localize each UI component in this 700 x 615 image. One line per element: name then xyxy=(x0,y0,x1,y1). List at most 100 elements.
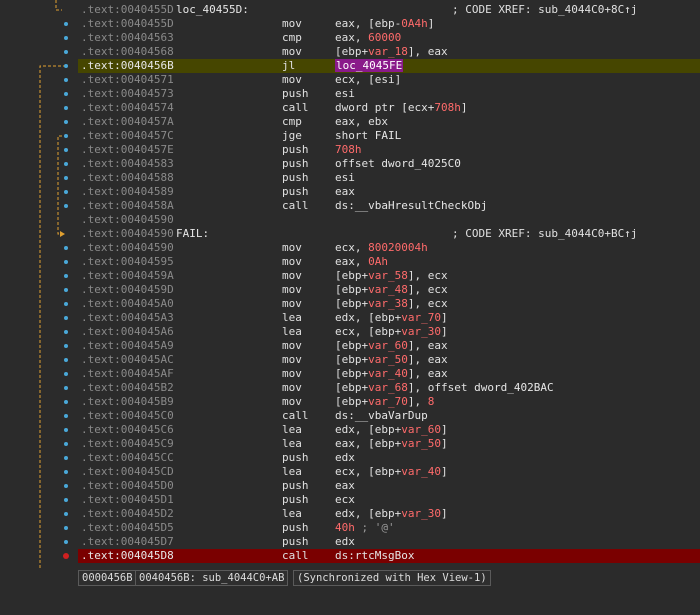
instruction-operands[interactable]: loc_4045FE xyxy=(335,59,404,73)
instruction-point-icon[interactable] xyxy=(64,274,68,278)
listing-line[interactable]: .text:00404583 push offset dword_4025C0 xyxy=(78,157,700,171)
instruction-operands[interactable]: ecx xyxy=(335,493,355,507)
instruction-point-icon[interactable] xyxy=(64,176,68,180)
code-xref-comment[interactable]: ; CODE XREF: sub_4044C0+8C↑j xyxy=(452,3,637,17)
code-label[interactable]: loc_40455D: xyxy=(176,3,249,17)
instruction-operands[interactable]: esi xyxy=(335,171,355,185)
listing-line[interactable]: .text:0040459A mov [ebp+var_58], ecx xyxy=(78,269,700,283)
instruction-point-icon[interactable] xyxy=(64,50,68,54)
instruction-operands[interactable]: [ebp+var_50], eax xyxy=(335,353,448,367)
instruction-operands[interactable]: ds:rtcMsgBox xyxy=(335,549,414,563)
instruction-operands[interactable]: edx, [ebp+var_30] xyxy=(335,507,448,521)
instruction-point-icon[interactable] xyxy=(64,344,68,348)
instruction-point-icon[interactable] xyxy=(64,512,68,516)
operand-token[interactable]: __vbaVarDup xyxy=(355,409,428,422)
listing-line[interactable]: .text:0040457C jge short FAIL xyxy=(78,129,700,143)
instruction-point-icon[interactable] xyxy=(64,260,68,264)
instruction-operands[interactable]: 708h xyxy=(335,143,362,157)
instruction-operands[interactable]: ecx, [ebp+var_30] xyxy=(335,325,448,339)
listing-line[interactable]: .text:004045A9 mov [ebp+var_60], eax xyxy=(78,339,700,353)
instruction-point-icon[interactable] xyxy=(64,22,68,26)
operand-token[interactable]: rtcMsgBox xyxy=(355,549,415,562)
instruction-operands[interactable]: eax, 60000 xyxy=(335,31,401,45)
instruction-point-icon[interactable] xyxy=(64,134,68,138)
instruction-point-icon[interactable] xyxy=(64,470,68,474)
operand-token[interactable]: loc_4045FE xyxy=(335,59,404,72)
operand-token[interactable]: dword_4025C0 xyxy=(381,157,460,170)
instruction-operands[interactable]: eax, [ebp-0A4h] xyxy=(335,17,434,31)
listing-line[interactable]: .text:004045AF mov [ebp+var_40], eax xyxy=(78,367,700,381)
disassembly-view[interactable]: .text:0040455D loc_40455D: ; CODE XREF: su… xyxy=(0,0,700,585)
listing-line[interactable]: .text:00404568 mov [ebp+var_18], eax xyxy=(78,45,700,59)
breakpoint-icon[interactable] xyxy=(63,553,69,559)
instruction-point-icon[interactable] xyxy=(64,106,68,110)
instruction-point-icon[interactable] xyxy=(64,288,68,292)
instruction-operands[interactable]: eax, [ebp+var_50] xyxy=(335,437,448,451)
instruction-point-icon[interactable] xyxy=(64,372,68,376)
instruction-operands[interactable]: [ebp+var_60], eax xyxy=(335,339,448,353)
listing-line[interactable]: .text:00404590 FAIL: ; CODE XREF: sub_4044… xyxy=(78,227,700,241)
listing-line[interactable]: .text:00404588 push esi xyxy=(78,171,700,185)
listing-line[interactable]: .text:0040455D mov eax, [ebp-0A4h] xyxy=(78,17,700,31)
instruction-operands[interactable]: esi xyxy=(335,87,355,101)
operand-token[interactable]: FAIL xyxy=(375,129,402,142)
instruction-operands[interactable]: eax xyxy=(335,479,355,493)
instruction-operands[interactable]: eax xyxy=(335,185,355,199)
instruction-point-icon[interactable] xyxy=(64,330,68,334)
listing-line[interactable]: .text:004045B2 mov [ebp+var_68], offset dw… xyxy=(78,381,700,395)
instruction-point-icon[interactable] xyxy=(64,386,68,390)
instruction-point-icon[interactable] xyxy=(64,190,68,194)
instruction-point-icon[interactable] xyxy=(64,498,68,502)
listing-line[interactable]: .text:00404574 call dword ptr [ecx+708h] xyxy=(78,101,700,115)
listing-line[interactable]: .text:004045D1 push ecx xyxy=(78,493,700,507)
listing-line[interactable]: .text:0040458A call ds:__vbaHresultCheckOb… xyxy=(78,199,700,213)
listing-line[interactable]: .text:0040459D mov [ebp+var_48], ecx xyxy=(78,283,700,297)
listing-line[interactable]: .text:004045D2 lea edx, [ebp+var_30] xyxy=(78,507,700,521)
instruction-point-icon[interactable] xyxy=(64,414,68,418)
listing-line[interactable]: .text:004045AC mov [ebp+var_50], eax xyxy=(78,353,700,367)
listing-line[interactable]: .text:00404573 push esi xyxy=(78,87,700,101)
operand-token[interactable]: dword_402BAC xyxy=(474,381,553,394)
instruction-point-icon[interactable] xyxy=(64,148,68,152)
instruction-operands[interactable]: edx, [ebp+var_60] xyxy=(335,423,448,437)
listing-line[interactable]: .text:004045CC push edx xyxy=(78,451,700,465)
instruction-point-icon[interactable] xyxy=(64,400,68,404)
listing-line[interactable]: .text:004045CD lea ecx, [ebp+var_40] xyxy=(78,465,700,479)
listing-line[interactable]: .text:004045C6 lea edx, [ebp+var_60] xyxy=(78,423,700,437)
instruction-operands[interactable]: edx, [ebp+var_70] xyxy=(335,311,448,325)
instruction-operands[interactable]: eax, ebx xyxy=(335,115,388,129)
listing-line[interactable]: .text:00404590 xyxy=(78,213,700,227)
instruction-operands[interactable]: short FAIL xyxy=(335,129,401,143)
listing-line[interactable]: .text:004045A6 lea ecx, [ebp+var_30] xyxy=(78,325,700,339)
instruction-operands[interactable]: edx xyxy=(335,451,355,465)
instruction-operands[interactable]: ecx, [esi] xyxy=(335,73,401,87)
flow-arrow-gutter[interactable] xyxy=(0,0,78,585)
listing-line[interactable]: .text:00404571 mov ecx, [esi] xyxy=(78,73,700,87)
listing-line[interactable]: .text:004045D0 push eax xyxy=(78,479,700,493)
instruction-operands[interactable]: eax, 0Ah xyxy=(335,255,388,269)
instruction-operands[interactable]: [ebp+var_48], ecx xyxy=(335,283,448,297)
instruction-operands[interactable]: [ebp+var_68], offset dword_402BAC xyxy=(335,381,554,395)
listing-line[interactable]: .text:004045D8 call ds:rtcMsgBox xyxy=(78,549,700,563)
instruction-operands[interactable]: ecx, 80020004h xyxy=(335,241,428,255)
listing[interactable]: .text:0040455D loc_40455D: ; CODE XREF: su… xyxy=(78,0,700,585)
listing-line[interactable]: .text:0040455D loc_40455D: ; CODE XREF: su… xyxy=(78,3,700,17)
instruction-point-icon[interactable] xyxy=(64,302,68,306)
instruction-operands[interactable]: dword ptr [ecx+708h] xyxy=(335,101,467,115)
listing-line[interactable]: .text:004045A0 mov [ebp+var_38], ecx xyxy=(78,297,700,311)
instruction-point-icon[interactable] xyxy=(64,358,68,362)
instruction-operands[interactable]: [ebp+var_70], 8 xyxy=(335,395,434,409)
listing-line[interactable]: .text:004045D7 push edx xyxy=(78,535,700,549)
instruction-operands[interactable]: 40h ; '@' xyxy=(335,521,395,535)
listing-line[interactable]: .text:00404563 cmp eax, 60000 xyxy=(78,31,700,45)
instruction-point-icon[interactable] xyxy=(64,540,68,544)
code-xref-comment[interactable]: ; CODE XREF: sub_4044C0+BC↑j xyxy=(452,227,637,241)
listing-line[interactable]: .text:0040457A cmp eax, ebx xyxy=(78,115,700,129)
instruction-operands[interactable]: [ebp+var_58], ecx xyxy=(335,269,448,283)
instruction-point-icon[interactable] xyxy=(64,316,68,320)
listing-line[interactable]: .text:004045C0 call ds:__vbaVarDup xyxy=(78,409,700,423)
code-label[interactable]: FAIL: xyxy=(176,227,209,241)
instruction-operands[interactable]: offset dword_4025C0 xyxy=(335,157,461,171)
instruction-point-icon[interactable] xyxy=(64,36,68,40)
instruction-operands[interactable]: [ebp+var_18], eax xyxy=(335,45,448,59)
